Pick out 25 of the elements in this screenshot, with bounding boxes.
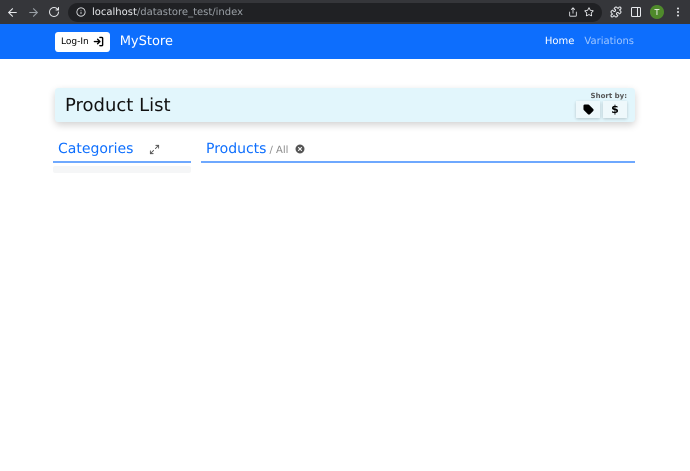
clear-filter-icon[interactable]	[294, 143, 306, 155]
bookmark-star-icon[interactable]	[584, 7, 594, 17]
page-title: Product List	[65, 94, 172, 116]
sort-button[interactable]	[576, 101, 600, 118]
side-panel-icon[interactable]	[630, 6, 642, 18]
categories-title: Categories	[58, 141, 134, 157]
expand-icon[interactable]	[149, 144, 160, 154]
products-title: Products	[206, 141, 266, 157]
profile-avatar[interactable]: T	[650, 5, 664, 19]
reload-icon[interactable]	[48, 6, 60, 18]
nav-link[interactable]: Home	[544, 36, 574, 47]
tag-icon	[582, 104, 594, 115]
url-text: localhost/datastore_test/index	[92, 6, 244, 18]
share-icon[interactable]	[568, 7, 578, 17]
login-button[interactable]: Log-In	[55, 32, 110, 52]
login-icon	[92, 36, 104, 47]
brand-name[interactable]: MyStore	[120, 34, 535, 49]
nav-link[interactable]: Variations	[584, 36, 634, 47]
info-icon[interactable]	[76, 7, 86, 17]
extensions-icon[interactable]	[610, 6, 622, 18]
sort-button[interactable]: $	[603, 101, 627, 118]
filter-label: / All	[269, 145, 288, 156]
forward-icon[interactable]	[27, 6, 40, 18]
back-icon[interactable]	[6, 6, 19, 18]
address-bar[interactable]: localhost/datastore_test/index	[68, 2, 602, 22]
